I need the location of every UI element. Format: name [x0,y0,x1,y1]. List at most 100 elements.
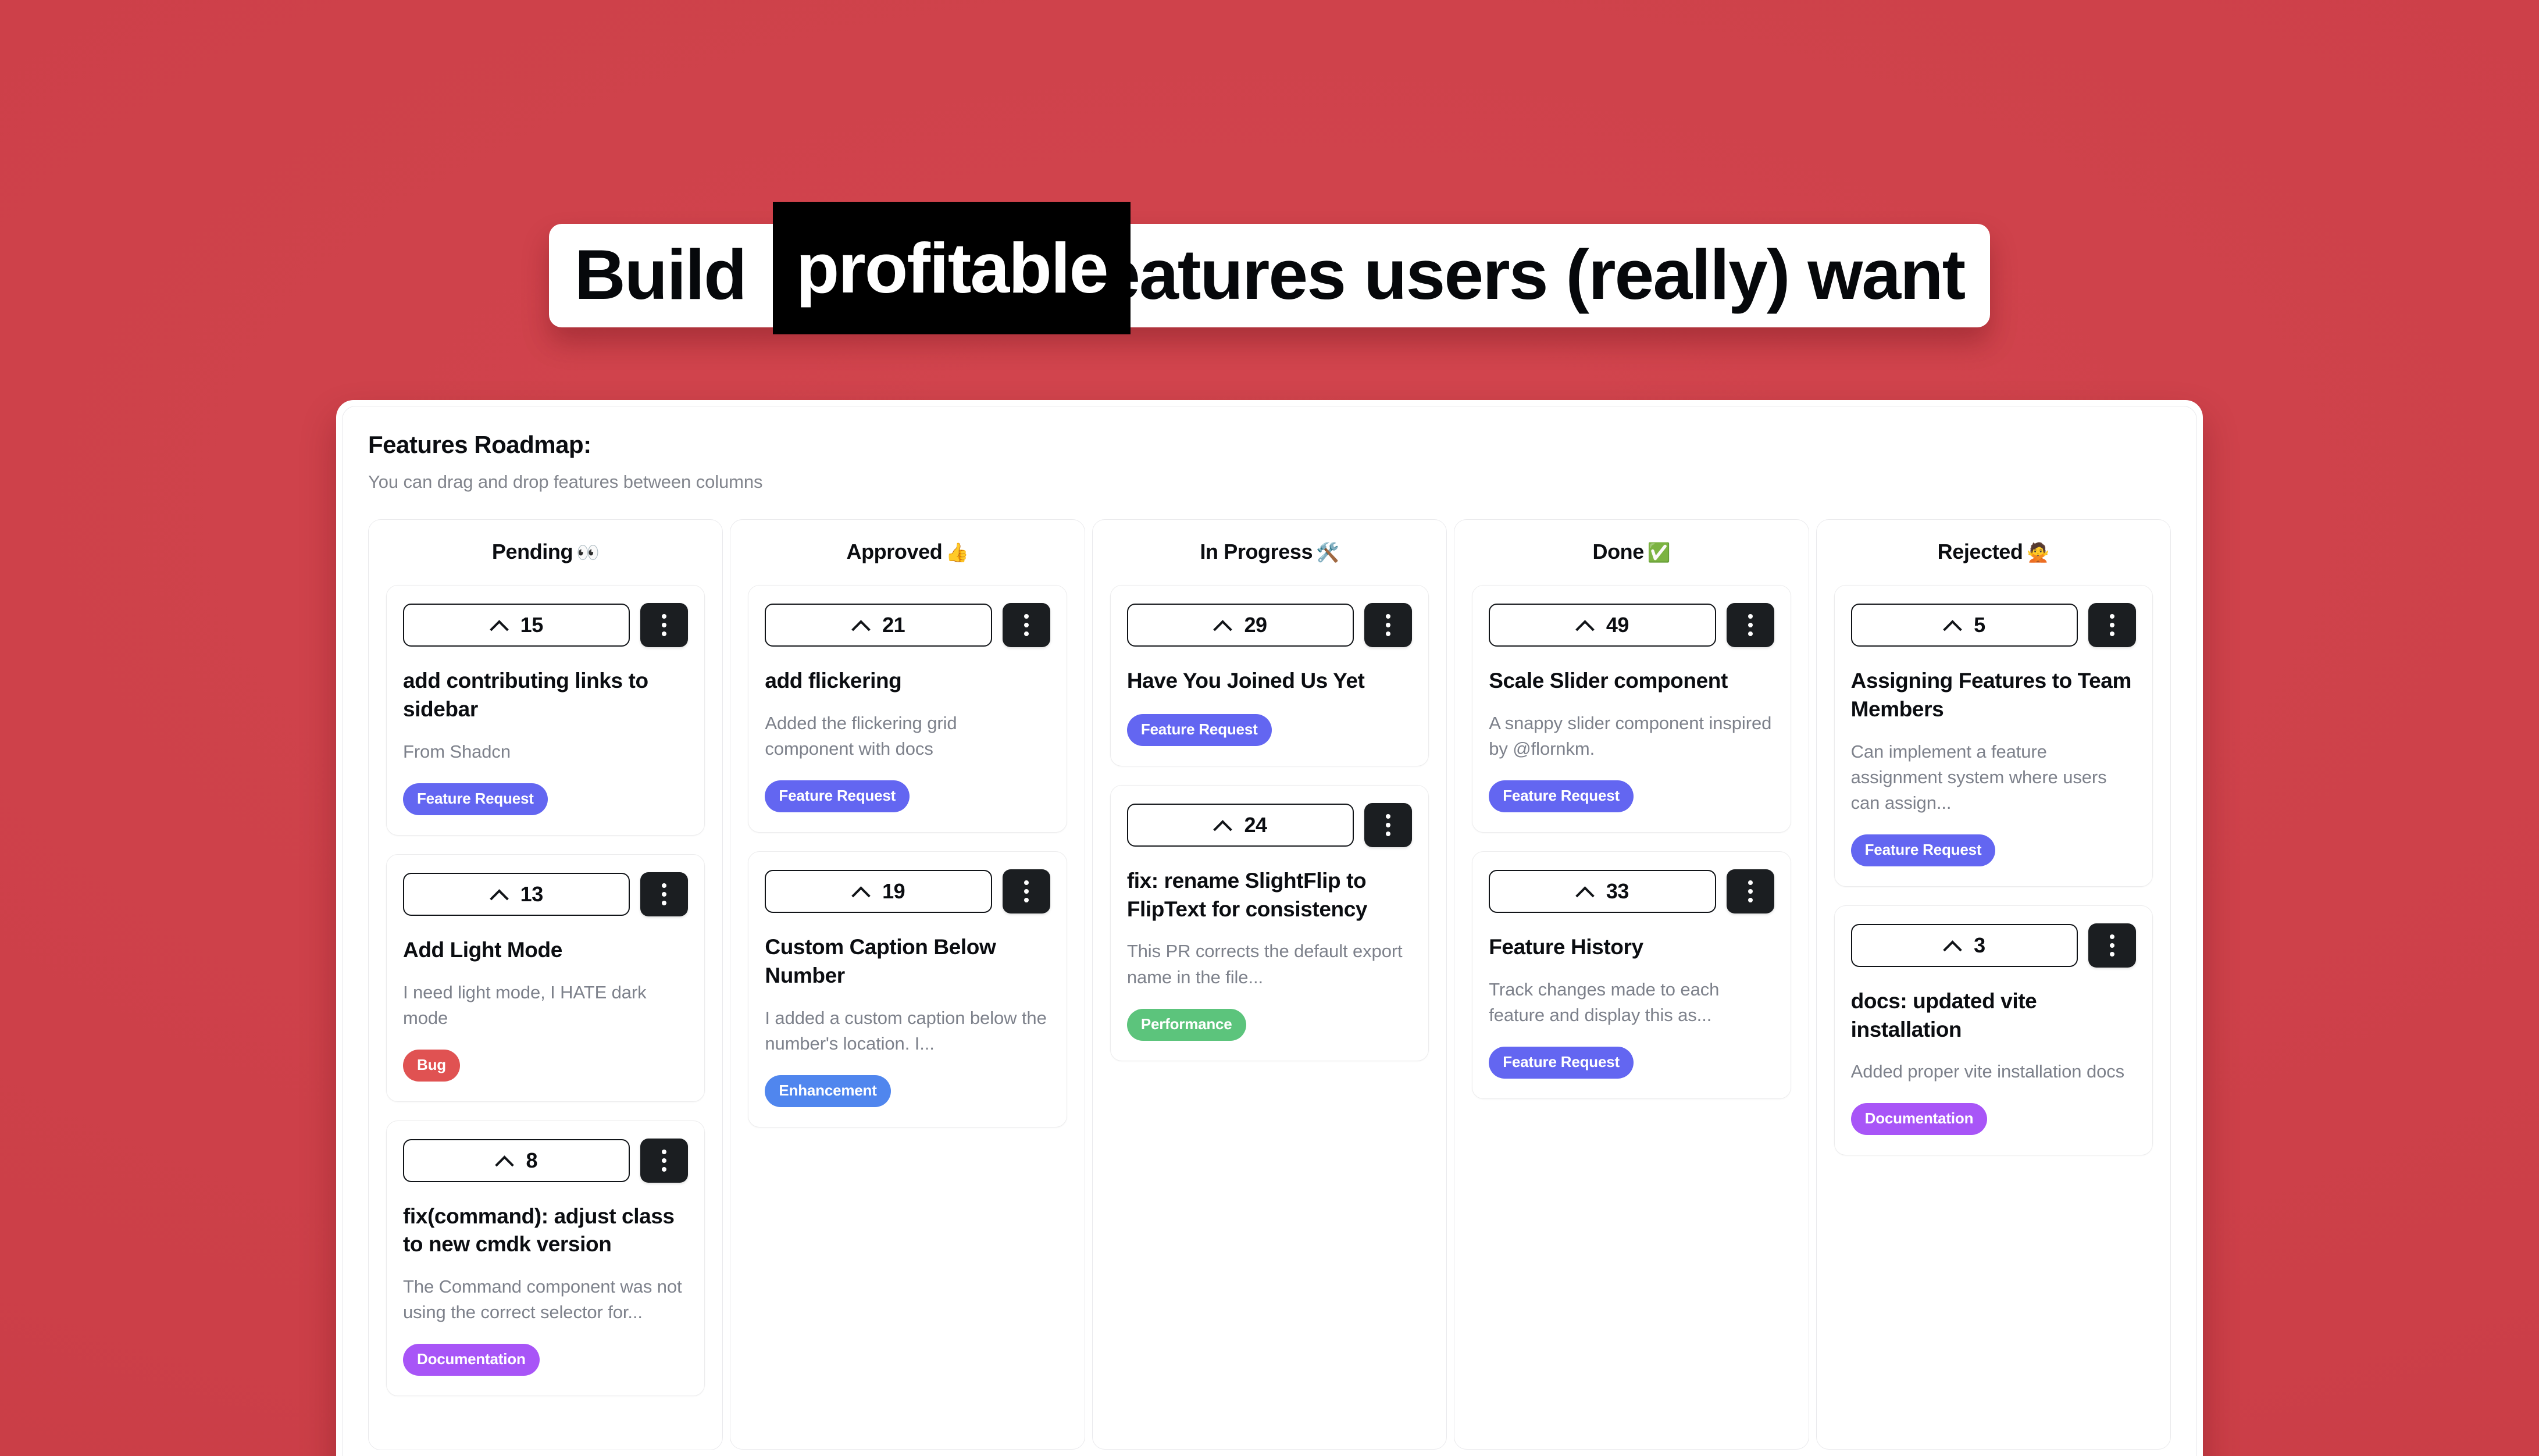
page-subtitle: You can drag and drop features between c… [368,472,763,492]
kebab-dot [1748,614,1753,619]
chevron-up-icon [852,883,869,900]
upvote-button[interactable]: 15 [403,604,630,647]
feature-card[interactable]: 33 Feature History Track changes made to e… [1472,851,1791,1099]
card-header: 15 [403,603,689,647]
card-description: Added the flickering grid component with… [765,712,957,759]
kanban-column-rejected[interactable]: Rejected 🙅 5 Assigning Features to Team Mem… [1816,519,2171,1450]
card-title: Add Light Mode [403,937,562,962]
kebab-dot [662,614,667,619]
column-title-label: Pending [491,540,573,563]
kebab-menu-icon[interactable] [1726,869,1774,913]
kebab-dot [1748,897,1753,902]
column-status-icon: 🙅 [2026,542,2050,563]
column-title: Rejected 🙅 [1834,540,2153,564]
kebab-dot [1386,831,1391,836]
kebab-dot [662,891,667,897]
kebab-dot [662,900,667,905]
kebab-dot [1386,623,1391,627]
page-root: Build profitable features users (really)… [0,0,2539,1456]
column-status-icon: ✅ [1647,542,1671,563]
column-status-icon: 🛠️ [1316,542,1339,563]
kebab-dot [662,631,667,636]
hero-wrap: Build profitable features users (really)… [548,202,1991,334]
kebab-menu-icon[interactable] [2088,603,2137,647]
card-description: A snappy slider component inspired by @f… [1489,712,1772,759]
upvote-button[interactable]: 49 [1489,604,1716,647]
card-title: Assigning Features to Team Members [1850,669,2132,721]
card-header: 5 [1850,603,2137,647]
status-badge: Feature Request [1489,1046,1634,1079]
kanban-column-approved[interactable]: Approved 👍 21 add flickering Added the flick… [730,519,1085,1450]
vote-count: 15 [520,613,544,637]
kebab-dot [662,883,667,888]
upvote-button[interactable]: 21 [765,604,992,647]
kebab-dot [662,1149,667,1154]
vote-count: 3 [1974,933,1985,957]
feature-card[interactable]: 19 Custom Caption Below Number I added a c… [748,851,1067,1127]
card-header: 8 [403,1138,689,1183]
vote-count: 13 [520,882,544,906]
chevron-up-icon [1944,937,1961,954]
kebab-menu-icon[interactable] [1364,802,1413,847]
feature-card[interactable]: 13 Add Light Mode I need light mode, I HAT… [386,854,705,1102]
feature-card[interactable]: 15 add contributing links to sidebar From … [386,585,705,836]
status-badge: Feature Request [403,783,548,815]
column-title-label: In Progress [1200,540,1313,563]
kebab-menu-icon[interactable] [640,1138,689,1183]
card-description: Can implement a feature assignment syste… [1850,741,2107,813]
kanban-column-in-progress[interactable]: In Progress 🛠️ 29 Have You Joined Us Yet Fea… [1092,519,1447,1450]
column-title-label: Done [1592,540,1644,563]
kebab-menu-icon[interactable] [1726,603,1774,647]
card-description: Added proper vite installation docs [1850,1061,2125,1082]
upvote-button[interactable]: 29 [1126,604,1354,647]
column-title-label: Rejected [1937,540,2023,563]
kebab-menu-icon[interactable] [1364,603,1413,647]
kebab-menu-icon[interactable] [2088,923,2137,968]
upvote-button[interactable]: 8 [403,1139,630,1182]
card-description: This PR corrects the default export name… [1126,941,1403,987]
card-description: I need light mode, I HATE dark mode [403,982,647,1028]
kebab-dot [2110,623,2115,627]
upvote-button[interactable]: 24 [1126,803,1354,847]
feature-card[interactable]: 49 Scale Slider component A snappy slider … [1472,585,1791,833]
kebab-dot [1748,631,1753,636]
kanban-column-pending[interactable]: Pending 👀 15 add contributing links to side… [368,519,723,1451]
status-badge: Feature Request [1489,780,1634,812]
kebab-menu-icon[interactable] [640,603,689,647]
card-description: The Command component was not using the … [403,1276,682,1323]
upvote-button[interactable]: 33 [1489,869,1716,913]
chevron-up-icon [1944,616,1961,634]
kebab-dot [1748,888,1753,894]
status-badge: Documentation [1850,1103,1988,1136]
feature-card[interactable]: 24 fix: rename SlightFlip to FlipText for… [1110,784,1429,1061]
vote-count: 29 [1244,613,1267,637]
roadmap-panel: Features Roadmap: You can drag and drop … [336,400,2203,1456]
upvote-button[interactable]: 5 [1850,604,2078,647]
vote-count: 24 [1244,812,1267,837]
feature-card[interactable]: 5 Assigning Features to Team Members Can i… [1834,585,2153,887]
kebab-menu-icon[interactable] [640,872,689,916]
chevron-up-icon [495,1152,513,1169]
kanban-column-done[interactable]: Done ✅ 49 Scale Slider component A snappy sl… [1454,519,1809,1450]
status-badge: Feature Request [765,780,910,812]
hero-highlight-word: profitable [772,202,1131,334]
chevron-up-icon [852,616,869,634]
upvote-button[interactable]: 19 [765,869,992,913]
card-header: 49 [1489,603,1774,647]
kebab-menu-icon[interactable] [1002,869,1050,913]
feature-card[interactable]: 3 docs: updated vite installation Added pr… [1834,905,2153,1156]
feature-card[interactable]: 21 add flickering Added the flickering gri… [748,585,1067,833]
card-title: Have You Joined Us Yet [1126,669,1365,693]
vote-count: 49 [1606,613,1629,637]
upvote-button[interactable]: 13 [403,872,630,916]
upvote-button[interactable]: 3 [1850,923,2078,967]
feature-card[interactable]: 8 fix(command): adjust class to new cmdk … [386,1120,705,1397]
chevron-up-icon [490,616,508,634]
hero-text-after: features users (really) want [1078,235,1966,314]
roadmap-panel-inner: Features Roadmap: You can drag and drop … [342,406,2197,1456]
hero-headline: Build profitable features users (really)… [0,202,2539,334]
feature-card[interactable]: 29 Have You Joined Us Yet Feature Request [1110,585,1429,766]
card-header: 3 [1850,923,2137,968]
kebab-dot [1748,880,1753,885]
kebab-menu-icon[interactable] [1002,603,1050,647]
